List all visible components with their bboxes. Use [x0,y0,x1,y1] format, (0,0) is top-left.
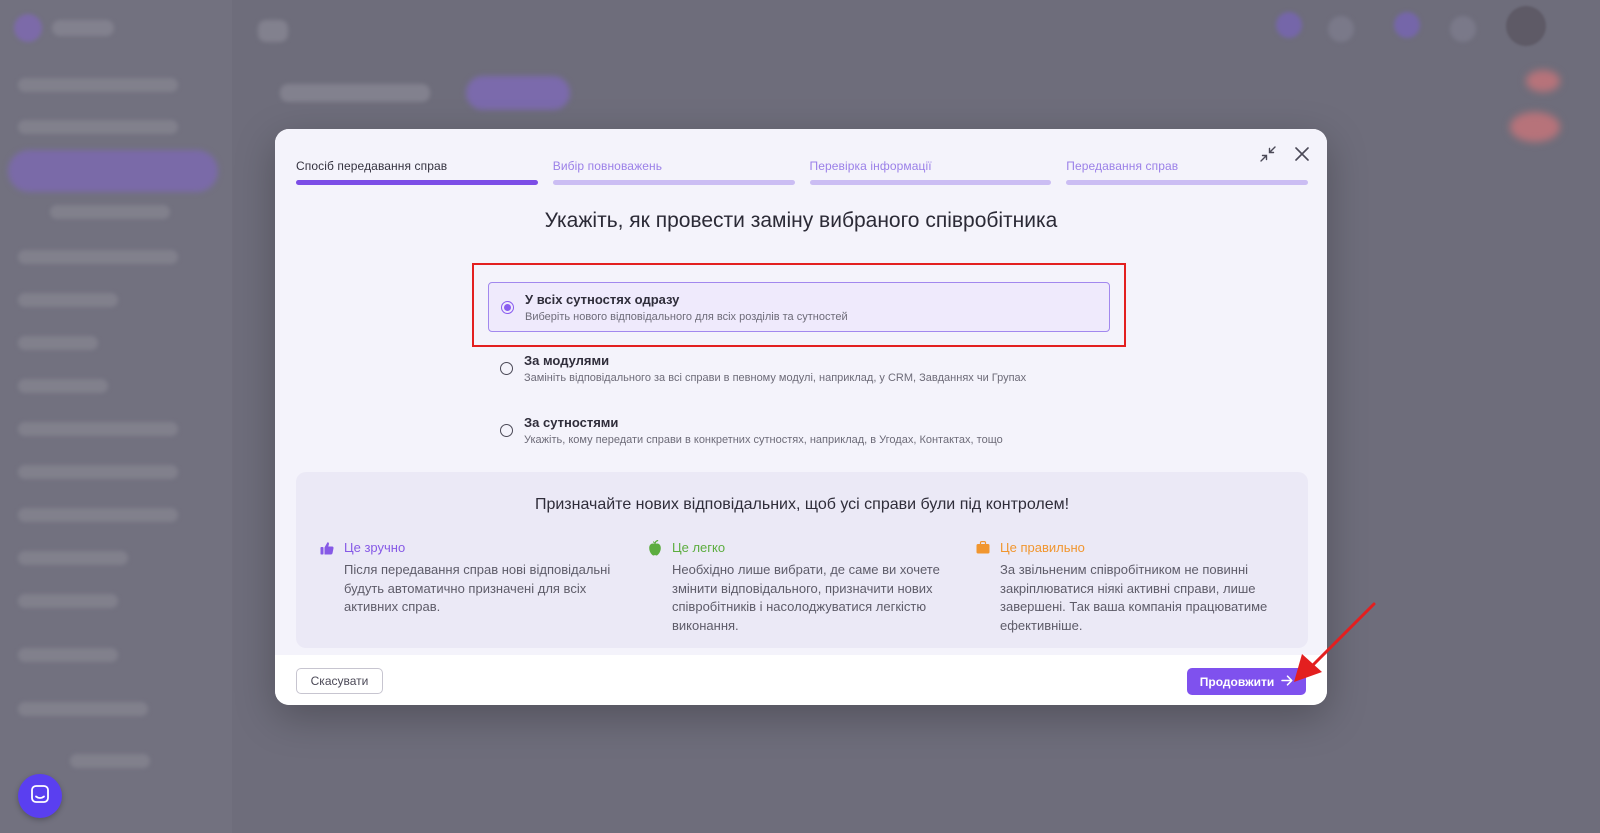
step-label: Вибір повноважень [552,159,663,173]
background-sidebar-item [18,293,118,307]
info-heading-row: Це правильно [976,540,1290,555]
option-title: У всіх сутностях одразу [525,291,680,307]
replacement-wizard-modal: Спосіб передавання справ Вибір повноваже… [275,129,1327,705]
background-sidebar-item [18,648,118,662]
background-sidebar-item [18,379,108,393]
modal-title: Укажіть, як провести заміну вибраного сп… [544,209,1058,232]
background-sidebar-item [18,78,178,92]
background-page-title [280,84,430,102]
cancel-button[interactable]: Скасувати [296,668,383,694]
thumbs-up-icon [320,541,334,555]
background-sidebar-item [70,754,150,768]
step-label: Передавання справ [1066,159,1179,173]
step-progress-bar [296,180,538,185]
step-label: Спосіб передавання справ [296,159,448,173]
wizard-steps: Спосіб передавання справ Вибір повноваже… [296,159,1308,185]
info-heading: Це легко [672,540,726,555]
background-badge [1526,70,1560,92]
info-heading: Це зручно [344,540,406,555]
background-header-icon [1328,16,1354,42]
background-avatar [1506,6,1546,46]
background-primary-button [466,76,570,110]
info-column-correct: Це правильно За звільненим співробітнико… [976,540,1290,635]
step-transfer-method[interactable]: Спосіб передавання справ [296,159,538,185]
radio-button-checked[interactable] [501,300,514,314]
background-sidebar-item [18,594,118,608]
radio-button[interactable] [500,423,513,437]
info-column-easy: Це легко Необхідно лише вибрати, де саме… [648,539,962,635]
step-review[interactable]: Перевірка інформації [809,159,1052,185]
background-sidebar-active-item [8,150,218,192]
info-column-convenient: Це зручно Після передавання справ нові в… [320,540,634,635]
background-sidebar-item [18,508,178,522]
info-title: Призначайте нових відповідальних, щоб ус… [534,496,1070,513]
background-sidebar-item [18,250,178,264]
apple-icon [648,539,662,555]
modal-body: Спосіб передавання справ Вибір повноваже… [275,129,1327,655]
option-title: За сутностями [524,414,619,430]
option-description: Укажіть, кому передати справи в конкретн… [524,433,1003,446]
info-text: За звільненим співробітником не повинні … [1000,562,1268,633]
info-text: Необхідно лише вибрати, де саме ви хочет… [672,562,940,633]
background-sidebar-item [18,422,178,436]
step-progress-bar [1066,180,1308,185]
option-title: За модулями [524,352,610,368]
step-progress-bar [809,180,1052,185]
option-description: Виберіть нового відповідального для всіх… [525,310,848,323]
radio-button[interactable] [500,361,513,375]
background-sidebar-item [18,120,178,134]
chat-launcher-button[interactable] [18,774,62,818]
option-text: У всіх сутностях одразу Виберіть нового … [525,292,848,323]
background-sidebar-item [18,551,128,565]
info-panel: Призначайте нових відповідальних, щоб ус… [296,472,1308,648]
option-by-modules[interactable]: За модулями Замініть відповідального за … [488,343,1110,393]
step-label: Перевірка інформації [809,159,932,173]
background-sidebar [0,0,233,833]
background-header-icon [1394,12,1420,38]
background-logo [14,14,42,42]
background-sidebar-item [18,465,178,479]
option-by-entities[interactable]: За сутностями Укажіть, кому передати спр… [488,405,1110,455]
background-header-icon [1450,16,1476,42]
info-heading: Це правильно [1000,540,1085,555]
background-sidebar-item [18,702,148,716]
background-sidebar-item [50,205,170,219]
radio-dot [504,303,511,311]
modal-footer: Скасувати Продовжити [275,655,1327,705]
step-permissions[interactable]: Вибір повноважень [552,159,795,185]
option-description: Замініть відповідального за всі справи в… [524,371,1027,384]
option-text: За сутностями Укажіть, кому передати спр… [524,415,1003,446]
background-sidebar-item [18,336,98,350]
info-heading-row: Це зручно [320,540,634,555]
continue-button-label: Продовжити [1199,674,1275,689]
step-transfer[interactable]: Передавання справ [1066,159,1308,185]
background-header-icon [1276,12,1302,38]
briefcase-icon [976,541,990,555]
continue-button[interactable]: Продовжити [1187,668,1306,695]
info-heading-row: Це легко [648,539,962,555]
chat-icon [30,784,50,809]
info-columns: Це зручно Після передавання справ нові в… [320,539,1290,635]
step-progress-bar [552,180,795,185]
background-logo-text [52,20,114,36]
background-badge [1510,112,1560,142]
option-text: За модулями Замініть відповідального за … [524,353,1026,384]
info-text: Після передавання справ нові відповідаль… [344,562,611,614]
option-all-entities[interactable]: У всіх сутностях одразу Виберіть нового … [488,282,1110,332]
arrow-right-icon [1281,674,1293,689]
background-menu-button [258,20,288,42]
